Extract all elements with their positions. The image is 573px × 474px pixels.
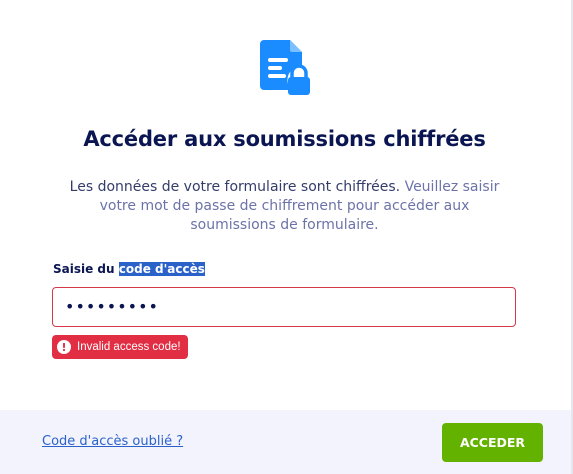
dialog-footer: Code d'accès oublié ? ACCEDER	[0, 410, 571, 474]
encrypted-submissions-dialog: Accéder aux soumissions chiffrées Les do…	[0, 0, 573, 474]
exclamation-icon: !	[57, 340, 71, 354]
error-badge: ! Invalid access code!	[52, 335, 188, 359]
encrypted-document-lock-icon	[260, 40, 310, 95]
description-encrypted-notice: Les données de votre formulaire sont chi…	[69, 179, 401, 195]
dialog-description: Les données de votre formulaire sont chi…	[58, 178, 511, 235]
access-code-label-highlight: code d'accès	[118, 262, 205, 276]
forgot-access-code-link[interactable]: Code d'accès oublié ?	[42, 434, 183, 449]
access-code-value: •••••••••	[65, 297, 159, 316]
access-code-label-prefix: Saisie du	[53, 262, 119, 276]
access-code-input[interactable]: •••••••••	[52, 287, 516, 327]
access-code-label: Saisie du code d'accès	[53, 262, 205, 276]
submit-button[interactable]: ACCEDER	[442, 423, 543, 462]
dialog-title: Accéder aux soumissions chiffrées	[83, 127, 486, 151]
error-message: Invalid access code!	[77, 341, 181, 353]
